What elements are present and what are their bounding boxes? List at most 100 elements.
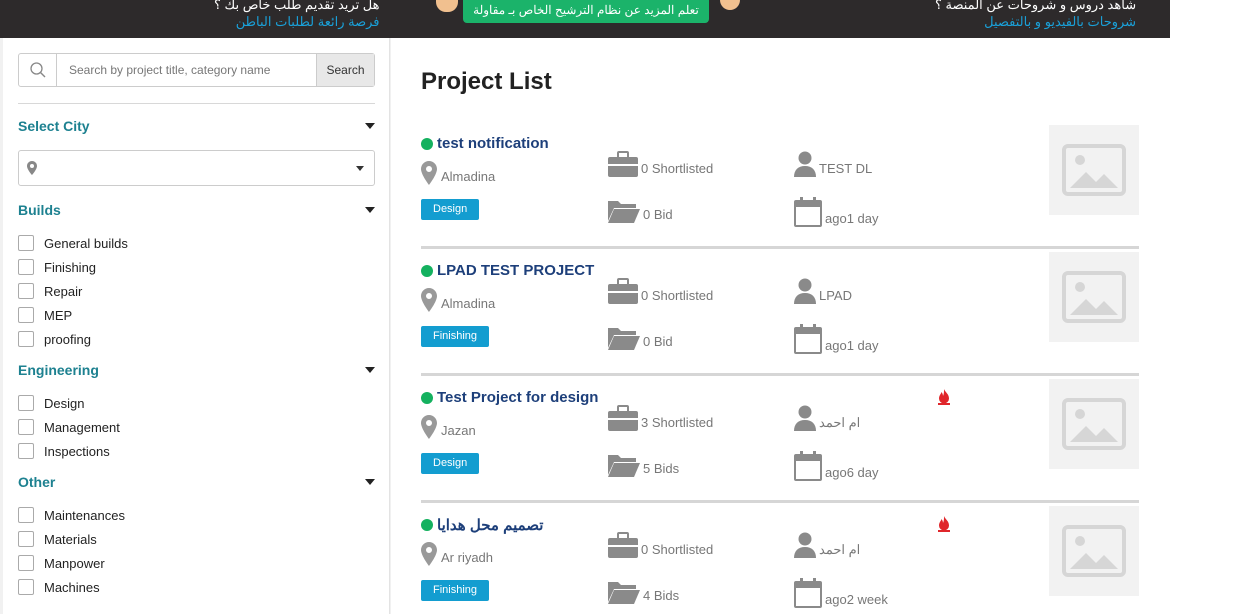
checkbox[interactable] [18,283,34,299]
checkbox-label: General builds [44,235,128,251]
shortlisted-text: 0 Shortlisted [641,542,714,557]
location-text: Almadina [441,296,496,311]
project-card[interactable]: Test Project for design Jazan Design 3 S… [421,379,1139,503]
time-text: ago1 day [825,338,879,353]
checkbox-label: Manpower [44,555,105,571]
checkbox[interactable] [18,419,34,435]
filter-management[interactable]: Management [18,415,120,439]
shortlisted-count: 3 Shortlisted [608,405,713,431]
filter-finishing[interactable]: Finishing [18,255,128,279]
filter-sidebar: Search Select City Builds General builds… [3,38,390,614]
project-owner: TEST DL [794,151,872,177]
sidebar-divider [18,103,375,104]
filter-maintenances[interactable]: Maintenances [18,503,125,527]
filter-repair[interactable]: Repair [18,279,128,303]
map-pin-icon [421,161,437,185]
banner-right-promo[interactable]: شاهد دروس و شروحات عن المنصة ؟ شروحات با… [935,0,1136,31]
project-location: Almadina [421,157,495,185]
posted-time: ago1 day [794,197,879,227]
banner-left-question: هل تريد تقديم طلب خاص بك ؟ [214,0,380,12]
checkbox[interactable] [18,259,34,275]
category-badge[interactable]: Finishing [421,580,490,601]
bids-text: 0 Bid [643,334,673,349]
search-icon[interactable] [19,54,57,86]
checkbox-label: proofing [44,331,91,347]
project-thumbnail[interactable] [1049,379,1139,469]
project-title-link[interactable]: test notification [421,135,549,152]
checkbox[interactable] [18,331,34,347]
project-card[interactable]: test notification Almadina Design 0 Shor… [421,125,1139,249]
status-dot-icon [421,264,433,277]
user-icon [794,532,816,558]
shortlisted-count: 0 Shortlisted [608,278,713,304]
project-card[interactable]: LPAD TEST PROJECT Almadina Finishing 0 S… [421,252,1139,376]
project-title-link[interactable]: Test Project for design [421,389,598,406]
learn-more-button[interactable]: تعلم المزيد عن نظام الترشيح الخاص بـ مقا… [463,0,709,23]
briefcase-icon [608,151,638,177]
filter-machines[interactable]: Machines [18,575,125,599]
checkbox[interactable] [18,395,34,411]
project-title-link[interactable]: LPAD TEST PROJECT [421,262,594,279]
checkbox[interactable] [18,507,34,523]
project-thumbnail[interactable] [1049,506,1139,596]
checkbox[interactable] [18,235,34,251]
other-header[interactable]: Other [18,474,375,490]
project-thumbnail[interactable] [1049,252,1139,342]
checkbox[interactable] [18,555,34,571]
owner-name: ام احمد [819,415,861,430]
checkbox[interactable] [18,579,34,595]
banner-left-link[interactable]: فرصة رائعة لطلبات الباطن [214,13,380,31]
category-badge[interactable]: Design [421,453,480,474]
chevron-down-icon [365,123,375,129]
bid-count: 5 Bids [608,453,679,477]
checkbox-label: Materials [44,531,97,547]
project-card[interactable]: تصميم محل هدايا Ar riyadh Finishing 0 Sh… [421,506,1139,614]
time-text: ago1 day [825,211,879,226]
project-title: تصميم محل هدايا [437,517,544,534]
project-owner: ام احمد [794,532,860,558]
posted-time: ago6 day [794,451,879,481]
category-badge[interactable]: Finishing [421,326,490,347]
posted-time: ago1 day [794,324,879,354]
bid-count: 4 Bids [608,580,679,604]
owner-name: ام احمد [819,542,861,557]
briefcase-icon [608,532,638,558]
search-input[interactable] [57,54,316,86]
banner-left-promo[interactable]: هل تريد تقديم طلب خاص بك ؟ فرصة رائعة لط… [214,0,380,31]
filter-design[interactable]: Design [18,391,120,415]
banner-right-link[interactable]: شروحات بالفيديو و بالتفصيل [935,13,1136,31]
filter-general-builds[interactable]: General builds [18,231,128,255]
bid-count: 0 Bid [608,199,673,223]
filter-proofing[interactable]: proofing [18,327,128,351]
filter-inspections[interactable]: Inspections [18,439,120,463]
checkbox-label: Design [44,395,85,411]
hot-fire-icon [938,516,950,537]
filter-materials[interactable]: Materials [18,527,125,551]
folder-icon [608,328,640,350]
select-city-header[interactable]: Select City [18,118,375,134]
project-title: Test Project for design [437,389,599,406]
owner-name: TEST DL [819,161,873,176]
calendar-icon [794,578,822,608]
project-thumbnail[interactable] [1049,125,1139,215]
select-city-title: Select City [18,118,90,134]
filter-manpower[interactable]: Manpower [18,551,125,575]
location-text: Almadina [441,169,496,184]
builds-header[interactable]: Builds [18,202,375,218]
filter-mep[interactable]: MEP [18,303,128,327]
chevron-down-icon [365,207,375,213]
engineering-header[interactable]: Engineering [18,362,375,378]
checkbox[interactable] [18,531,34,547]
city-select[interactable] [18,150,375,186]
checkbox[interactable] [18,307,34,323]
calendar-icon [794,451,822,481]
category-badge[interactable]: Design [421,199,480,220]
map-pin-icon [421,542,437,566]
checkbox[interactable] [18,443,34,459]
project-title-link[interactable]: تصميم محل هدايا [421,516,543,534]
briefcase-icon [608,405,638,431]
search-button[interactable]: Search [316,54,374,86]
page-right-margin [1170,0,1251,614]
shortlisted-count: 0 Shortlisted [608,532,713,558]
folder-icon [608,455,640,477]
